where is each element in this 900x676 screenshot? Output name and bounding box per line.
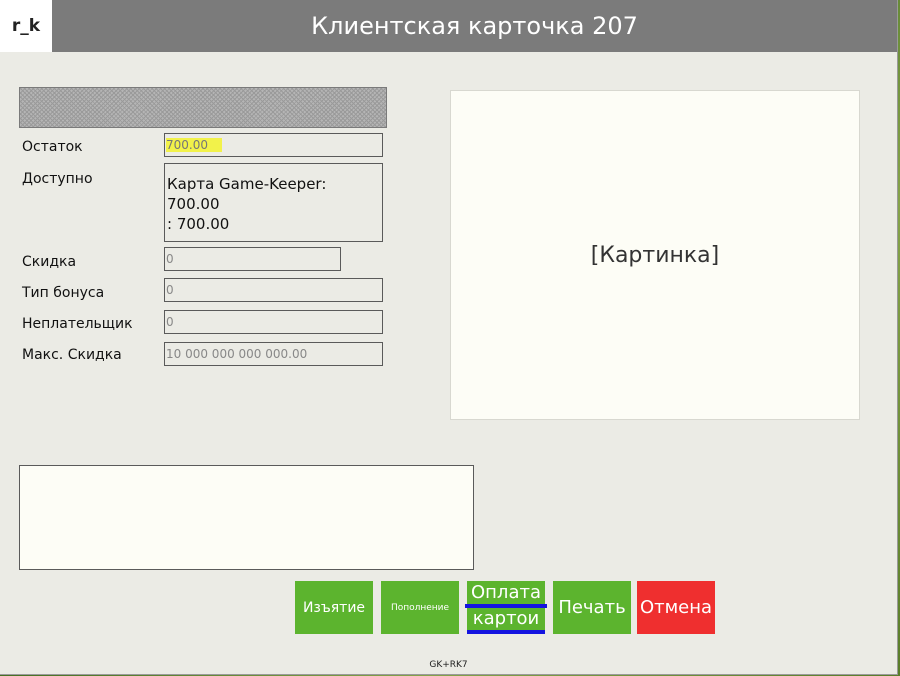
pay-by-card-label-line2: картои (466, 608, 546, 634)
print-button[interactable]: Печать (553, 581, 631, 634)
non-payer-label: Неплательщик (22, 316, 133, 332)
bonus-type-label: Тип бонуса (22, 285, 105, 301)
footer-label: GK+RK7 (429, 660, 468, 670)
available-line-amount: 700.00 (167, 195, 220, 213)
app-logo: r_k (0, 0, 52, 52)
withdraw-button[interactable]: Изъятие (295, 581, 373, 634)
message-area[interactable] (19, 465, 474, 570)
max-discount-label: Макс. Скидка (22, 347, 122, 363)
pay-by-card-button[interactable]: Оплата картои (465, 581, 547, 634)
cancel-button[interactable]: Отмена (637, 581, 715, 634)
title-bar: r_k Клиентская карточка 207 (0, 0, 897, 52)
available-line-total: : 700.00 (167, 215, 230, 233)
card-strip-placeholder (19, 87, 387, 128)
window-title: Клиентская карточка 207 (311, 12, 638, 40)
max-discount-field[interactable]: 10 000 000 000 000.00 (164, 342, 383, 366)
available-field[interactable]: Карта Game-Keeper: 700.00 : 700.00 (164, 163, 383, 242)
balance-label: Остаток (22, 139, 83, 155)
picture-placeholder-label: [Картинка] (590, 242, 720, 268)
pay-by-card-label-line1: Оплата (465, 582, 547, 608)
discount-label: Скидка (22, 254, 77, 270)
balance-value: 700.00 (166, 138, 222, 152)
discount-field[interactable]: 0 (164, 247, 341, 271)
available-line-card: Карта Game-Keeper: (167, 175, 327, 193)
bonus-type-field[interactable]: 0 (164, 278, 383, 302)
balance-field[interactable]: 700.00 (164, 133, 383, 157)
picture-panel: [Картинка] (450, 90, 860, 420)
client-card-window: r_k Клиентская карточка 207 Остаток 700.… (0, 0, 898, 675)
available-label: Доступно (22, 171, 93, 187)
topup-button[interactable]: Пополнение (381, 581, 459, 634)
non-payer-field[interactable]: 0 (164, 310, 383, 334)
